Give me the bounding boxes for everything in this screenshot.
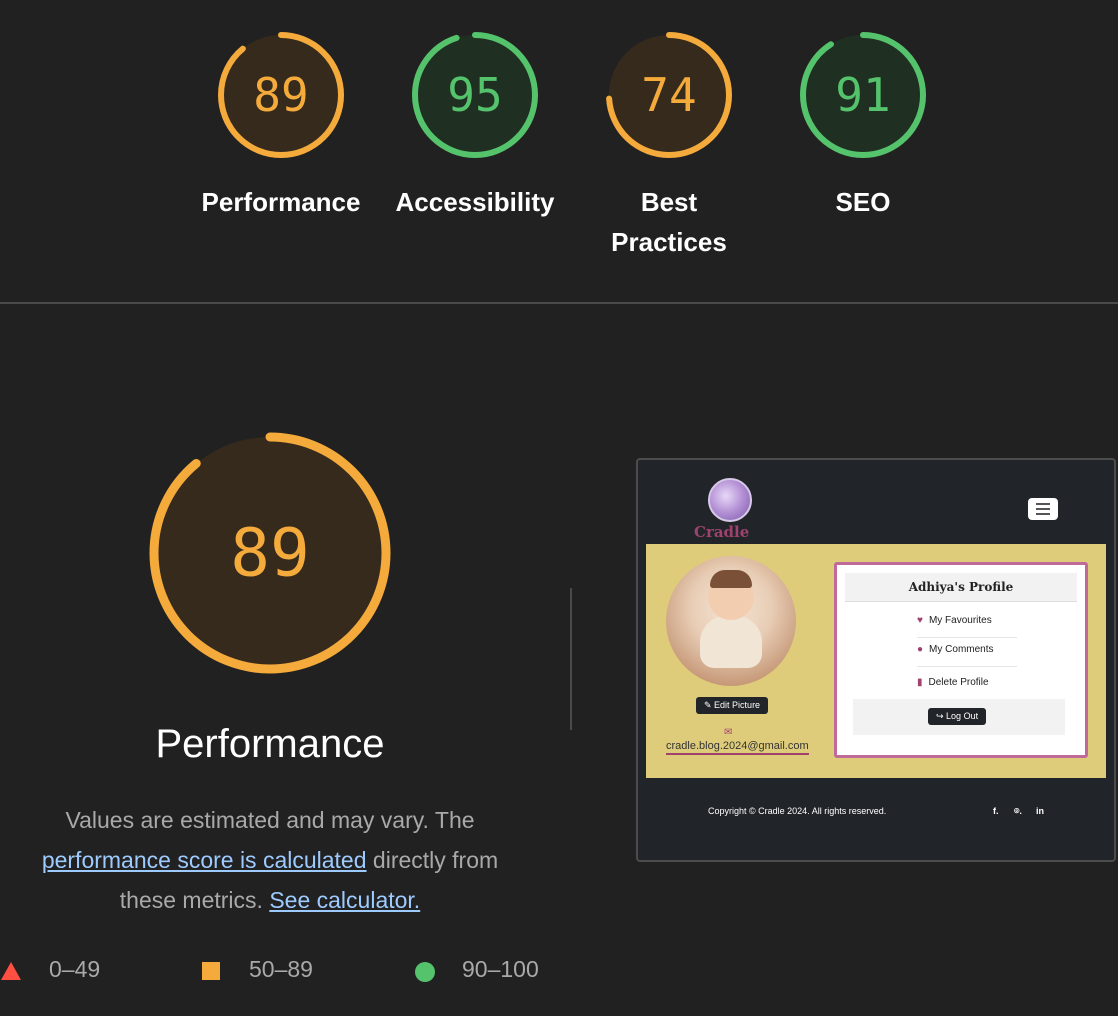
performance-title: Performance xyxy=(155,722,385,766)
menu-delete-label: Delete Profile xyxy=(928,677,989,688)
pass-circle-icon xyxy=(415,962,435,982)
linkedin-icon: in xyxy=(1036,806,1044,816)
gauge-best-practices[interactable]: 74 Best Practices xyxy=(579,30,759,262)
score-calculation-link[interactable]: performance score is calculated xyxy=(42,847,367,873)
legend-average-label: 50–89 xyxy=(249,956,313,982)
gauge-seo[interactable]: 91 SEO xyxy=(773,30,953,222)
performance-description: Values are estimated and may vary. The p… xyxy=(20,800,520,920)
profile-title: Adhiya's Profile xyxy=(845,573,1077,602)
vertical-divider xyxy=(570,588,572,730)
section-divider xyxy=(0,302,1118,304)
facebook-icon: f. xyxy=(993,806,999,816)
gauge-label: Performance xyxy=(191,182,371,222)
heart-icon: ♥ xyxy=(917,615,923,626)
gauge-label: Best Practices xyxy=(579,182,759,262)
screenshot-navbar: Cradle xyxy=(646,468,1106,546)
cradle-logo-icon xyxy=(708,478,752,522)
page-screenshot[interactable]: Cradle ✎ Edit Picture ✉ cradle.blog.2024… xyxy=(636,458,1116,862)
gauge-label-line: Practices xyxy=(611,227,727,257)
gauge-score: 95 xyxy=(447,68,502,122)
gauge-accessibility[interactable]: 95 Accessibility xyxy=(385,30,565,222)
card-footer: ↪ Log Out xyxy=(853,699,1065,735)
edit-picture-label: Edit Picture xyxy=(714,700,761,710)
menu-comments-label: My Comments xyxy=(929,644,994,655)
hamburger-menu-icon xyxy=(1028,498,1058,520)
gauge-label-line: Accessibility xyxy=(395,187,555,217)
profile-section: ✎ Edit Picture ✉ cradle.blog.2024@gmail.… xyxy=(646,544,1106,778)
brand-name: Cradle xyxy=(694,523,750,541)
logout-button: ↪ Log Out xyxy=(928,708,987,725)
performance-gauge-ring: 89 xyxy=(149,432,391,674)
gauge-label-line: SEO xyxy=(835,187,891,217)
see-calculator-link[interactable]: See calculator. xyxy=(269,887,420,913)
email-address: cradle.blog.2024@gmail.com xyxy=(666,740,809,755)
gauge-label: SEO xyxy=(773,182,953,222)
desc-text-1: Values are estimated and may vary. The xyxy=(65,807,475,833)
gauge-label: Accessibility xyxy=(385,182,565,222)
screenshot-footer: Copyright © Cradle 2024. All rights rese… xyxy=(646,778,1106,852)
category-gauges: 89 Performance 95 Accessibility 74 Best P… xyxy=(0,0,1118,302)
menu-delete: ▮ Delete Profile xyxy=(917,677,989,688)
gauge-ring: 89 xyxy=(218,32,344,158)
profile-card: Adhiya's Profile ♥ My Favourites ● My Comm… xyxy=(834,562,1088,758)
gauge-label-line: Best xyxy=(640,187,698,217)
average-square-icon xyxy=(202,962,220,980)
gauge-ring: 95 xyxy=(412,32,538,158)
gauge-score: 74 xyxy=(641,68,696,122)
comment-icon: ● xyxy=(917,644,924,655)
gauge-label-line: Performance xyxy=(201,187,361,217)
github-icon: ⌾. xyxy=(1014,806,1022,816)
gauge-ring: 91 xyxy=(800,32,926,158)
copyright-text: Copyright © Cradle 2024. All rights rese… xyxy=(708,806,887,816)
legend-pass-label: 90–100 xyxy=(462,956,539,982)
menu-comments: ● My Comments xyxy=(917,644,994,655)
performance-gauge: 89 xyxy=(145,428,395,678)
gauge-score: 89 xyxy=(253,68,308,122)
menu-favourites: ♥ My Favourites xyxy=(917,615,992,626)
menu-favourites-label: My Favourites xyxy=(928,615,992,626)
trash-icon: ▮ xyxy=(917,677,923,688)
fail-triangle-icon xyxy=(1,962,21,980)
legend-fail-label: 0–49 xyxy=(49,956,101,982)
performance-score: 89 xyxy=(230,515,309,592)
envelope-icon: ✉ xyxy=(724,727,733,738)
gauge-ring: 74 xyxy=(606,32,732,158)
logout-label: Log Out xyxy=(946,711,979,721)
gauge-score: 91 xyxy=(835,68,890,122)
baby-avatar xyxy=(666,556,796,686)
edit-picture-button: ✎ Edit Picture xyxy=(696,697,769,714)
gauge-performance[interactable]: 89 Performance xyxy=(191,30,371,222)
